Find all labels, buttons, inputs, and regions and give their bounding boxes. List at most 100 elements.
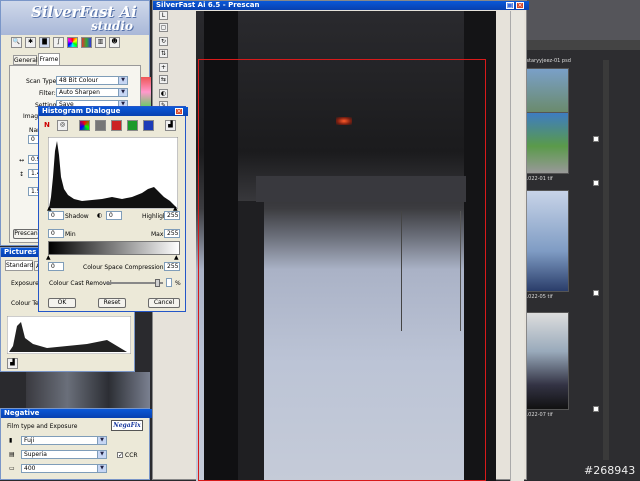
- thumbnail-label-1: istaryyjeez-01 psd: [525, 58, 571, 64]
- selective-color-icon[interactable]: [81, 37, 92, 48]
- thumbnail-checkbox-3[interactable]: [593, 290, 599, 296]
- preview-close-icon[interactable]: ×: [516, 2, 524, 9]
- channel-red-icon[interactable]: [111, 120, 122, 131]
- prescan-button[interactable]: Prescan: [13, 229, 39, 239]
- tool-density-icon[interactable]: ◐: [159, 89, 168, 98]
- max-label: Max: [151, 231, 164, 238]
- film-icon: ▤: [9, 451, 15, 458]
- compression-label: Colour Space Compression: [83, 264, 164, 271]
- histogram-small-icon[interactable]: ▟: [7, 358, 18, 369]
- channel-blue-icon[interactable]: [143, 120, 154, 131]
- compression-low-input[interactable]: 0: [48, 262, 64, 271]
- logo-area: SilverFast Ai studio: [1, 1, 149, 35]
- tab-frame[interactable]: Frame: [38, 53, 60, 65]
- tool-ruler-icon[interactable]: L: [159, 11, 168, 20]
- thumbnail-4[interactable]: [525, 312, 569, 410]
- chevron-down-icon: ▼: [118, 89, 127, 96]
- expert-icon[interactable]: ☻: [109, 37, 120, 48]
- preview-title: SilverFast Ai 6.5 - Prescan: [153, 1, 529, 10]
- neutral-icon[interactable]: N: [44, 121, 50, 129]
- max-slider-icon[interactable]: ▲: [174, 254, 179, 261]
- gradation-icon[interactable]: ∫: [53, 37, 64, 48]
- thumbnail-3[interactable]: [525, 190, 569, 292]
- highlight-input[interactable]: 255: [164, 211, 180, 220]
- scan-type-select[interactable]: 48 Bit Colour ▼: [56, 76, 128, 85]
- channel-green-icon[interactable]: [127, 120, 138, 131]
- brand-icon: ▮: [9, 437, 13, 444]
- ok-button[interactable]: OK: [48, 298, 76, 308]
- cast-removal-thumb[interactable]: [155, 279, 160, 287]
- auto-adjust-icon[interactable]: ◎: [57, 120, 68, 131]
- chevron-down-icon: ▼: [97, 465, 106, 472]
- tab-general[interactable]: General: [13, 55, 38, 65]
- width-arrow-icon: ↔: [19, 157, 25, 164]
- iso-icon: ▭: [9, 465, 15, 472]
- preview-swatch: [141, 77, 151, 107]
- chevron-down-icon: ▼: [97, 437, 106, 444]
- negafix-logo: NegaFix: [111, 420, 143, 431]
- tone-gradient-bar[interactable]: [48, 241, 180, 255]
- histogram-icon[interactable]: ▇: [39, 37, 50, 48]
- max-input[interactable]: 255: [164, 229, 180, 238]
- shadow-input[interactable]: 0: [48, 211, 64, 220]
- negative-title: Negative: [1, 409, 152, 418]
- height-arrow-icon: ↕: [19, 171, 25, 178]
- ccr-checkbox[interactable]: ✓: [117, 452, 123, 459]
- thumbnail-checkbox-1[interactable]: [593, 136, 599, 142]
- app-logo-sub: studio: [91, 19, 133, 33]
- compression-high-input[interactable]: 255: [164, 262, 180, 271]
- midtone-icon: ◐: [97, 212, 103, 219]
- tool-flip-icon[interactable]: ⇅: [159, 49, 168, 58]
- browser-toolbar: [525, 40, 640, 50]
- negative-panel: Negative Film type and Exposure NegaFix …: [0, 408, 152, 480]
- histogram-dialog: Histogram Dialogue × N ◎ ▟ ▲ ▲ 0 Shadow …: [38, 106, 188, 312]
- tool-zoom-icon[interactable]: +: [159, 63, 168, 72]
- histogram-title: Histogram Dialogue: [39, 107, 188, 116]
- mini-histogram: [7, 316, 131, 354]
- color-channels-icon[interactable]: [79, 120, 90, 131]
- star-icon[interactable]: ✱: [25, 37, 36, 48]
- background-photo: [26, 372, 150, 408]
- scan-frame[interactable]: [198, 59, 486, 481]
- reset-button[interactable]: Reset: [98, 298, 126, 308]
- iso-select[interactable]: 400 ▼: [21, 464, 107, 473]
- ccr-label: CCR: [125, 452, 138, 459]
- histogram-graph-icon[interactable]: ▟: [165, 120, 176, 131]
- tool-frame-icon[interactable]: ▢: [159, 23, 168, 32]
- browser-scrollbar[interactable]: [603, 60, 609, 460]
- cast-removal-label: Colour Cast Removal: [49, 280, 112, 287]
- thumbnail-2[interactable]: [525, 112, 569, 174]
- chevron-down-icon: ▼: [97, 451, 106, 458]
- cast-removal-input[interactable]: [166, 278, 172, 287]
- channel-gray-icon[interactable]: [95, 120, 106, 131]
- gansw-icon[interactable]: ▥: [95, 37, 106, 48]
- min-input[interactable]: 0: [48, 229, 64, 238]
- percent-label: %: [175, 280, 181, 287]
- tool-rotate-icon[interactable]: ↻: [159, 37, 168, 46]
- loupe-icon[interactable]: 🔍: [11, 37, 22, 48]
- thumbnail-checkbox-4[interactable]: [593, 406, 599, 412]
- filter-label: Filter:: [39, 90, 56, 97]
- preview-canvas[interactable]: [196, 11, 496, 481]
- preview-scrollbar[interactable]: [510, 11, 524, 481]
- tool-mirror-icon[interactable]: ⇆: [159, 75, 168, 84]
- histogram-close-icon[interactable]: ×: [175, 108, 183, 115]
- thumbnail-label-2: 1022-01 tif: [525, 176, 553, 182]
- midtone-input[interactable]: 0: [106, 211, 122, 220]
- tool-row: 🔍 ✱ ▇ ∫ ▥ ☻: [11, 36, 141, 49]
- film-select[interactable]: Superia ▼: [21, 450, 107, 459]
- min-label: Min: [65, 231, 76, 238]
- thumbnail-1[interactable]: [525, 68, 569, 114]
- thumbnail-checkbox-2[interactable]: [593, 180, 599, 186]
- chevron-down-icon: ▼: [118, 77, 127, 84]
- shadow-label: Shadow: [65, 213, 89, 220]
- scan-type-label: Scan Type:: [26, 78, 59, 85]
- cancel-button[interactable]: Cancel: [148, 298, 180, 308]
- min-slider-icon[interactable]: ▲: [46, 254, 51, 261]
- watermark: #268943: [584, 464, 636, 477]
- tab-standard[interactable]: Standard: [5, 260, 33, 271]
- brand-select[interactable]: Fuji ▼: [21, 436, 107, 445]
- preview-maximize-icon[interactable]: □: [506, 2, 514, 9]
- filter-select[interactable]: Auto Sharpen ▼: [56, 88, 128, 97]
- color-circle-icon[interactable]: [67, 37, 78, 48]
